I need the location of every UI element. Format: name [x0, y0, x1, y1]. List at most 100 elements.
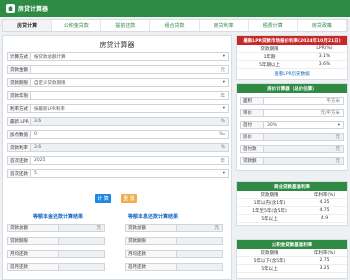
- table-row: 1年至5年(含5年) 4.75: [237, 207, 347, 215]
- lpr-history-link[interactable]: 查看LPR历史数据: [237, 69, 347, 78]
- table-header: 贷款期限 年利率(%): [237, 191, 347, 199]
- calc-method-row: 计算方式 按贷款总额计算 ▾: [7, 52, 229, 61]
- first-payment-year-row: 首次还款 2025 年: [7, 156, 229, 165]
- field-label: 贷款年限: [7, 91, 31, 100]
- field-label: 最新 LPR: [7, 117, 31, 126]
- field-label: 贷款期限: [7, 78, 31, 87]
- result-label: 首月还款: [125, 263, 177, 271]
- field-label: 首次还款: [7, 169, 31, 178]
- result-value: [59, 237, 105, 245]
- tab-loan-rates[interactable]: 房贷利率: [200, 20, 249, 31]
- fund-card-title: 公积金贷款基准利率: [237, 240, 347, 249]
- result-value: [177, 250, 223, 258]
- result-label: 贷款期限: [125, 237, 177, 245]
- loan-amount-field: 元: [264, 157, 344, 165]
- first-payment-year-input[interactable]: 2025 年: [31, 156, 229, 165]
- house-icon: [6, 4, 15, 13]
- result-value: [59, 250, 105, 258]
- app-title: 房贷计算器: [18, 6, 49, 13]
- app-header: 房贷计算器: [0, 0, 350, 17]
- result-value: [59, 263, 105, 271]
- field-label: 贷款金额: [7, 65, 31, 74]
- house-price-card: 房价计算器（总价估算） 面积 平方米 单价 元/平方米 首付 30% ▾ 房价 元…: [236, 83, 348, 171]
- unit-price-input[interactable]: 元/平方米: [264, 109, 344, 117]
- table-header: 贷款期限 LPR(%): [237, 45, 347, 53]
- table-row: 1年以内(含1年) 4.35: [237, 199, 347, 207]
- loan-term-row: 贷款期限 自定义贷款期限 ▾: [7, 78, 229, 87]
- chevron-down-icon: ▾: [337, 122, 340, 128]
- basis-points-input[interactable]: 0 ‰: [31, 130, 229, 139]
- result-row: 首月还款: [7, 263, 105, 271]
- table-header: 贷款期限 年利率(%): [237, 249, 347, 257]
- tab-bar: 房贷计算 公积金贷款 提前还款 组合贷款 房贷利率 税费计算 房贷政策: [2, 19, 348, 32]
- down-payment-select[interactable]: 30% ▾: [264, 121, 344, 129]
- table-row: 5年期以上 3.6%: [237, 61, 347, 69]
- rate-method-select[interactable]: 按最新LPR利率 ▾: [31, 104, 229, 113]
- provident-fund-rate-card: 公积金贷款基准利率 贷款期限 年利率(%) 5年以下(含5年) 2.75 5年以上 3…: [236, 239, 348, 279]
- loan-amount-input[interactable]: 元: [31, 65, 229, 74]
- down-payment-field: 元: [264, 145, 344, 153]
- house-price-row: 房价 元: [240, 133, 344, 141]
- equal-installment-result-title: 等额本息还款计算结果: [128, 214, 179, 220]
- result-row: 贷款总额 元: [7, 224, 105, 232]
- tab-tax-calc[interactable]: 税费计算: [249, 20, 298, 31]
- chevron-down-icon: ▾: [222, 80, 225, 85]
- chevron-down-icon: ▾: [222, 171, 225, 176]
- result-label: 首月还款: [7, 263, 59, 271]
- table-row: 5年以上 4.9: [237, 215, 347, 223]
- rate-method-row: 利率方式 按最新LPR利率 ▾: [7, 104, 229, 113]
- table-row: 1年期 3.1%: [237, 53, 347, 61]
- field-label: 面积: [240, 97, 264, 105]
- tab-mortgage-calc[interactable]: 房贷计算: [3, 20, 53, 31]
- latest-lpr-row: 最新 LPR 3.6%: [7, 117, 229, 126]
- field-label: 首付: [240, 121, 264, 129]
- calculator-panel: 房贷计算器 计算方式 按贷款总额计算 ▾ 贷款金额 元 贷款期限 自定义贷款期限 ▾…: [2, 35, 232, 280]
- field-label: 首付款: [240, 145, 264, 153]
- first-payment-month-row: 首次还款 5 ▾: [7, 169, 229, 178]
- result-row: 首月还款: [125, 263, 223, 271]
- field-label: 单价: [240, 109, 264, 117]
- loan-term-select[interactable]: 自定义贷款期限 ▾: [31, 78, 229, 87]
- result-value: [177, 237, 223, 245]
- result-label: 贷款总额: [7, 224, 59, 232]
- equal-principal-result-title: 等额本金还款计算结果: [33, 214, 84, 220]
- field-label: 利率方式: [7, 104, 31, 113]
- loan-rate-row: 贷款利率 3.6%: [7, 143, 229, 152]
- first-payment-month-select[interactable]: 5 ▾: [31, 169, 229, 178]
- lpr-rate-card: 最新LPR贷款市场报价利率(2024年10月21日) 贷款期限 LPR(%) 1年…: [236, 35, 348, 80]
- loan-rate-field: 3.6%: [31, 143, 229, 152]
- down-payment-ratio-row: 首付 30% ▾: [240, 121, 344, 129]
- table-row: 5年以上 3.25: [237, 265, 347, 273]
- basis-points-row: 加点数值 0 ‰: [7, 130, 229, 139]
- result-row: 贷款期限: [125, 237, 223, 245]
- tab-loan-policy[interactable]: 房贷政策: [298, 20, 347, 31]
- result-row: 月均还款: [125, 250, 223, 258]
- tab-prepayment[interactable]: 提前还款: [101, 20, 151, 31]
- down-payment-amount-row: 首付款 元: [240, 145, 344, 153]
- result-label: 月均还款: [125, 250, 177, 258]
- result-value: 元: [59, 224, 105, 232]
- result-row: 贷款总额 元: [125, 224, 223, 232]
- area-input[interactable]: 平方米: [264, 97, 344, 105]
- table-row: 5年以下(含5年) 2.75: [237, 257, 347, 265]
- calc-method-select[interactable]: 按贷款总额计算 ▾: [31, 52, 229, 61]
- field-label: 贷款利率: [7, 143, 31, 152]
- loan-years-input[interactable]: 年: [31, 91, 229, 100]
- result-label: 贷款总额: [125, 224, 177, 232]
- chevron-down-icon: ▾: [222, 54, 225, 59]
- reset-button[interactable]: 重 置: [121, 194, 137, 203]
- house-card-title: 房价计算器（总价估算）: [237, 84, 347, 93]
- result-value: [177, 263, 223, 271]
- loan-amount-result-row: 贷款额 元: [240, 157, 344, 165]
- commercial-rate-card: 商业贷款基准利率 贷款期限 年利率(%) 1年以内(含1年) 4.35 1年至5年(…: [236, 181, 348, 226]
- chevron-down-icon: ▾: [222, 106, 225, 111]
- tab-provident-fund[interactable]: 公积金贷款: [52, 20, 102, 31]
- result-label: 月均还款: [7, 250, 59, 258]
- unit-price-row: 单价 元/平方米: [240, 109, 344, 117]
- tab-combined-loan[interactable]: 组合贷款: [150, 20, 200, 31]
- loan-years-row: 贷款年限 年: [7, 91, 229, 100]
- commercial-card-title: 商业贷款基准利率: [237, 182, 347, 191]
- field-label: 加点数值: [7, 130, 31, 139]
- calculate-button[interactable]: 计 算: [95, 194, 111, 203]
- result-label: 贷款期限: [7, 237, 59, 245]
